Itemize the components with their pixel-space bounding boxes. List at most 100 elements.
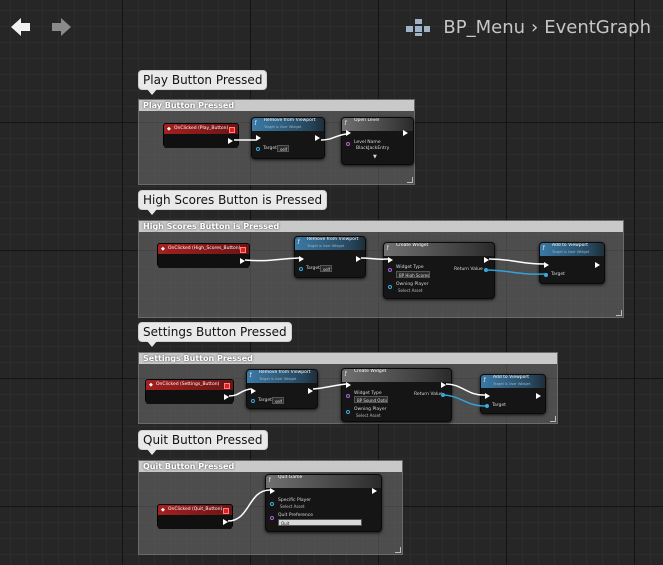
- target-pin[interactable]: [256, 147, 260, 151]
- return-value-label: Return Value: [414, 392, 443, 397]
- exec-in-pin[interactable]: [270, 488, 275, 494]
- function-icon: ƒ: [269, 477, 271, 483]
- function-icon: ƒ: [255, 120, 257, 126]
- event-node-settings[interactable]: ◆ OnClicked (Settings_Button): [145, 379, 234, 404]
- node-title: Create Widget: [354, 369, 387, 374]
- target-pin[interactable]: [485, 404, 489, 408]
- specific-player-asset[interactable]: Select Asset: [280, 504, 305, 509]
- event-node-highscores[interactable]: ◆ OnClicked (High_Scores_Button): [157, 243, 250, 268]
- event-title: OnClicked (Play_Button): [174, 126, 229, 131]
- event-icon: ◆: [167, 126, 171, 132]
- class-pin[interactable]: [388, 268, 392, 272]
- function-icon: ƒ: [345, 120, 347, 126]
- owner-asset[interactable]: Select Asset: [398, 288, 423, 293]
- delegate-pin[interactable]: [229, 127, 235, 133]
- event-title: OnClicked (Settings_Button): [156, 382, 220, 387]
- exec-out-pin[interactable]: [224, 394, 229, 400]
- class-dropdown[interactable]: BP High Scores: [396, 271, 430, 278]
- level-name-value[interactable]: BlackJackEntry: [356, 146, 389, 151]
- event-icon: ◆: [161, 507, 165, 513]
- comment-bubble-settings: Settings Button Pressed: [138, 322, 292, 347]
- event-node-play[interactable]: ◆ OnClicked (Play_Button): [163, 123, 239, 148]
- exec-out-pin[interactable]: [536, 393, 541, 399]
- function-node-remove-viewport[interactable]: ƒ Remove from Viewport Target is User Widg…: [246, 369, 318, 409]
- exec-in-pin[interactable]: [299, 256, 304, 262]
- exec-out-pin[interactable]: [240, 258, 245, 264]
- exec-out-pin[interactable]: [441, 382, 446, 388]
- exec-in-pin[interactable]: [251, 388, 256, 394]
- exec-out-pin[interactable]: [484, 257, 489, 263]
- delegate-pin[interactable]: [224, 383, 230, 389]
- node-title: Add to Viewport: [493, 375, 529, 380]
- function-node-add-to-viewport[interactable]: ƒ Add to Viewport Target is User Widget Ta…: [539, 242, 605, 284]
- owner-pin[interactable]: [388, 285, 392, 289]
- comment-bubble-quit: Quit Button Pressed: [138, 430, 268, 455]
- function-node-create-widget[interactable]: ƒ Create Widget Widget Type BP High Score…: [383, 242, 495, 299]
- node-subtitle: Target is User Widget: [259, 377, 297, 381]
- exec-in-pin[interactable]: [346, 130, 351, 136]
- delegate-pin[interactable]: [240, 247, 246, 253]
- resize-grip[interactable]: [616, 310, 622, 316]
- target-pin[interactable]: [544, 273, 548, 277]
- owner-asset[interactable]: Select Asset: [356, 413, 381, 418]
- breadcrumb: BP_Menu › EventGraph: [405, 14, 651, 40]
- exec-out-pin[interactable]: [356, 256, 361, 262]
- exec-in-pin[interactable]: [485, 393, 490, 399]
- resize-grip[interactable]: [550, 416, 556, 422]
- event-node-quit[interactable]: ◆ OnClicked (Quit_Button): [157, 504, 233, 529]
- function-node-add-to-viewport[interactable]: ƒ Add to Viewport Target is User Widget Ta…: [480, 374, 546, 414]
- self-field[interactable]: self: [320, 265, 332, 272]
- exec-out-pin[interactable]: [595, 262, 600, 268]
- comment-title-settings: Settings Button Pressed: [139, 353, 557, 364]
- level-name-pin[interactable]: [346, 142, 350, 146]
- target-pin[interactable]: [251, 399, 255, 403]
- event-icon: ◆: [149, 382, 153, 388]
- self-field[interactable]: self: [277, 145, 289, 152]
- node-title: Add to Viewport: [552, 243, 588, 248]
- event-graph-canvas[interactable]: BP_Menu › EventGraph Play Button Pressed…: [0, 0, 663, 565]
- exec-out-pin[interactable]: [315, 135, 320, 141]
- quit-preference-pin[interactable]: [270, 516, 274, 520]
- function-node-open-level[interactable]: ƒ Open Level Level Name BlackJackEntry ▼: [341, 117, 414, 165]
- exec-out-pin[interactable]: [228, 138, 233, 144]
- blueprint-grid-icon: [406, 19, 431, 36]
- return-value-pin[interactable]: [441, 393, 445, 397]
- back-button[interactable]: [8, 14, 34, 40]
- function-node-remove-viewport[interactable]: ƒ Remove from Viewport Target is User Widg…: [294, 236, 366, 278]
- forward-button[interactable]: [48, 14, 74, 40]
- function-node-remove-viewport[interactable]: ƒ Remove from Viewport Target is User Widg…: [251, 117, 325, 159]
- graph-toolbar: BP_Menu › EventGraph: [0, 0, 663, 50]
- target-pin[interactable]: [299, 267, 303, 271]
- exec-in-pin[interactable]: [256, 135, 261, 141]
- function-icon: ƒ: [484, 377, 486, 383]
- specific-player-pin[interactable]: [270, 502, 274, 506]
- breadcrumb-root[interactable]: BP_Menu: [443, 17, 525, 38]
- class-dropdown[interactable]: BP Sound Options: [354, 396, 388, 403]
- exec-out-pin[interactable]: [372, 488, 377, 494]
- exec-in-pin[interactable]: [346, 382, 351, 388]
- resize-grip[interactable]: [395, 547, 401, 553]
- quit-preference-dropdown[interactable]: Quit: [278, 519, 362, 526]
- function-node-quit-game[interactable]: ƒ Quit Game Specific Player Select Asset …: [265, 474, 382, 532]
- node-title: Remove from Viewport: [259, 370, 311, 375]
- resize-grip[interactable]: [407, 177, 413, 183]
- function-icon: ƒ: [345, 371, 347, 377]
- exec-out-pin[interactable]: [308, 388, 313, 394]
- exec-in-pin[interactable]: [544, 262, 549, 268]
- node-subtitle: Target is User Widget: [493, 382, 531, 386]
- target-label: Target: [263, 146, 277, 151]
- owner-pin[interactable]: [346, 410, 350, 414]
- class-pin[interactable]: [346, 394, 350, 398]
- comment-title-highscores: High Scores Button is Pressed: [139, 221, 623, 232]
- exec-in-pin[interactable]: [388, 257, 393, 263]
- delegate-pin[interactable]: [223, 508, 229, 514]
- node-subtitle: Target is User Widget: [552, 250, 590, 254]
- node-title: Create Widget: [396, 243, 429, 248]
- exec-out-pin[interactable]: [403, 130, 408, 136]
- advanced-chevron-icon[interactable]: ▼: [373, 154, 377, 160]
- exec-out-pin[interactable]: [223, 519, 228, 525]
- function-node-create-widget[interactable]: ƒ Create Widget Widget Type BP Sound Opti…: [341, 368, 452, 422]
- self-field[interactable]: self: [272, 397, 284, 404]
- quit-preference-label: Quit Preference: [278, 513, 313, 518]
- return-value-pin[interactable]: [484, 268, 488, 272]
